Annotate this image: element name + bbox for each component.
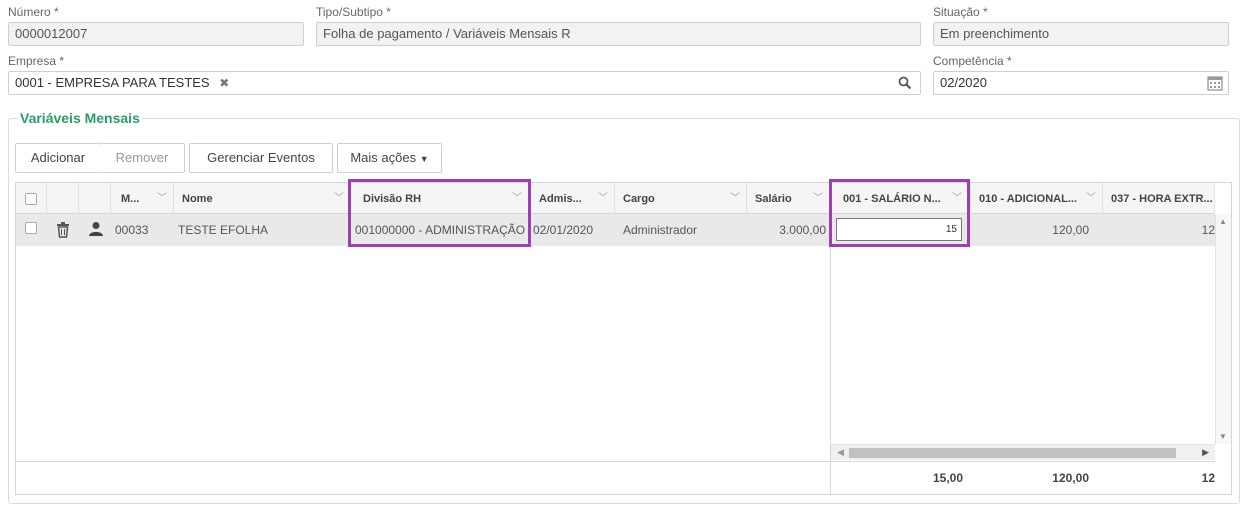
competencia-field[interactable]: 02/2020 xyxy=(933,71,1229,95)
cell-admissao: 02/01/2020 xyxy=(533,223,594,237)
horizontal-scrollbar[interactable]: ◀ ▶ xyxy=(831,444,1215,460)
header-nome[interactable]: Nome ﹀ xyxy=(174,183,351,215)
cell-matricula: 00033 xyxy=(115,223,149,237)
manage-events-button[interactable]: Gerenciar Eventos xyxy=(189,143,333,173)
cell-ev037: 12 xyxy=(1201,223,1215,237)
total-ev037: 12 xyxy=(1201,471,1215,485)
search-icon[interactable] xyxy=(898,75,912,97)
header-divisao[interactable]: Divisão RH ﹀ xyxy=(351,183,531,215)
remove-button[interactable]: Remover xyxy=(100,143,185,173)
ev001-input[interactable]: 15 xyxy=(836,218,962,241)
total-ev001: 15,00 xyxy=(932,471,963,485)
numero-label: Número * xyxy=(8,5,59,19)
header-ev001-label: 001 - SALÁRIO N... xyxy=(843,193,941,205)
cell-ev001[interactable]: 15 xyxy=(830,214,971,246)
cell-nome: TESTE EFOLHA xyxy=(178,223,269,237)
header-actions-1 xyxy=(47,183,79,215)
header-matricula[interactable]: M... ﹀ xyxy=(111,183,174,215)
chevron-down-icon: ﹀ xyxy=(334,193,344,204)
select-all-cell xyxy=(16,183,47,215)
header-admissao[interactable]: Admis... ﹀ xyxy=(531,183,615,215)
user-icon[interactable] xyxy=(88,221,104,240)
chevron-down-icon: ﹀ xyxy=(157,193,167,204)
more-actions-button[interactable]: Mais ações ▼ xyxy=(337,143,442,173)
numero-field[interactable]: 0000012007 xyxy=(8,22,304,46)
cell-divisao: 001000000 - ADMINISTRAÇÃO xyxy=(355,223,526,237)
table-row[interactable]: 00033 TESTE EFOLHA 001000000 - ADMINISTR… xyxy=(16,214,1215,246)
total-ev010: 120,00 xyxy=(1052,471,1089,485)
calendar-icon[interactable] xyxy=(1207,75,1223,98)
header-salario-label: Salário xyxy=(755,193,792,205)
empresa-label: Empresa * xyxy=(8,54,65,68)
header-cargo[interactable]: Cargo ﹀ xyxy=(615,183,747,215)
header-actions-2 xyxy=(79,183,111,215)
scroll-up-icon[interactable]: ▲ xyxy=(1219,217,1227,226)
add-button[interactable]: Adicionar xyxy=(15,143,101,173)
select-all-checkbox[interactable] xyxy=(25,193,37,205)
chevron-down-icon: ﹀ xyxy=(512,193,522,204)
header-divisao-label: Divisão RH xyxy=(363,193,422,205)
scroll-right-icon[interactable]: ▶ xyxy=(1202,447,1209,458)
grid-header: M... ﹀ Nome ﹀ Divisão RH ﹀ Admis... ﹀ Ca… xyxy=(16,183,1215,215)
header-matricula-label: M... xyxy=(121,193,140,205)
cell-salario: 3.000,00 xyxy=(779,223,826,237)
cell-cargo: Administrador xyxy=(623,223,698,237)
tipo-label: Tipo/Subtipo * xyxy=(316,5,391,19)
competencia-label: Competência * xyxy=(933,54,1012,68)
cell-ev010: 120,00 xyxy=(1052,223,1089,237)
competencia-value: 02/2020 xyxy=(940,75,987,90)
scroll-left-icon[interactable]: ◀ xyxy=(837,447,844,458)
section-title: Variáveis Mensais xyxy=(18,110,142,126)
header-ev010[interactable]: 010 - ADICIONAL... ﹀ xyxy=(971,183,1103,215)
chevron-down-icon: ﹀ xyxy=(598,193,608,204)
header-ev037[interactable]: 037 - HORA EXTR... xyxy=(1103,183,1215,215)
header-admissao-label: Admis... xyxy=(539,193,582,205)
scroll-thumb[interactable] xyxy=(849,448,1176,458)
chevron-down-icon: ﹀ xyxy=(952,193,962,204)
header-ev037-label: 037 - HORA EXTR... xyxy=(1111,193,1213,205)
tipo-field[interactable]: Folha de pagamento / Variáveis Mensais R xyxy=(316,22,921,46)
caret-down-icon: ▼ xyxy=(419,154,429,164)
chevron-down-icon: ﹀ xyxy=(813,193,823,204)
totals-row: 15,00 120,00 12 xyxy=(16,462,1215,494)
header-salario[interactable]: Salário ﹀ xyxy=(747,183,830,215)
empresa-field[interactable]: 0001 - EMPRESA PARA TESTES ✖ xyxy=(8,71,921,95)
empresa-value: 0001 - EMPRESA PARA TESTES xyxy=(15,75,210,90)
situacao-label: Situação * xyxy=(933,5,988,19)
header-cargo-label: Cargo xyxy=(623,193,655,205)
header-nome-label: Nome xyxy=(182,193,213,205)
header-ev001[interactable]: 001 - SALÁRIO N... ﹀ xyxy=(830,183,971,215)
chevron-down-icon: ﹀ xyxy=(730,193,740,204)
situacao-field[interactable]: Em preenchimento xyxy=(933,22,1229,46)
chevron-down-icon: ﹀ xyxy=(1086,193,1096,204)
trash-icon[interactable] xyxy=(56,222,70,241)
clear-icon[interactable]: ✖ xyxy=(219,76,229,90)
header-ev010-label: 010 - ADICIONAL... xyxy=(979,193,1077,205)
more-actions-label: Mais ações xyxy=(350,150,417,165)
vertical-scrollbar[interactable]: ▲ ▼ xyxy=(1215,214,1231,444)
row-checkbox[interactable] xyxy=(25,222,37,234)
scroll-down-icon[interactable]: ▼ xyxy=(1219,432,1227,441)
